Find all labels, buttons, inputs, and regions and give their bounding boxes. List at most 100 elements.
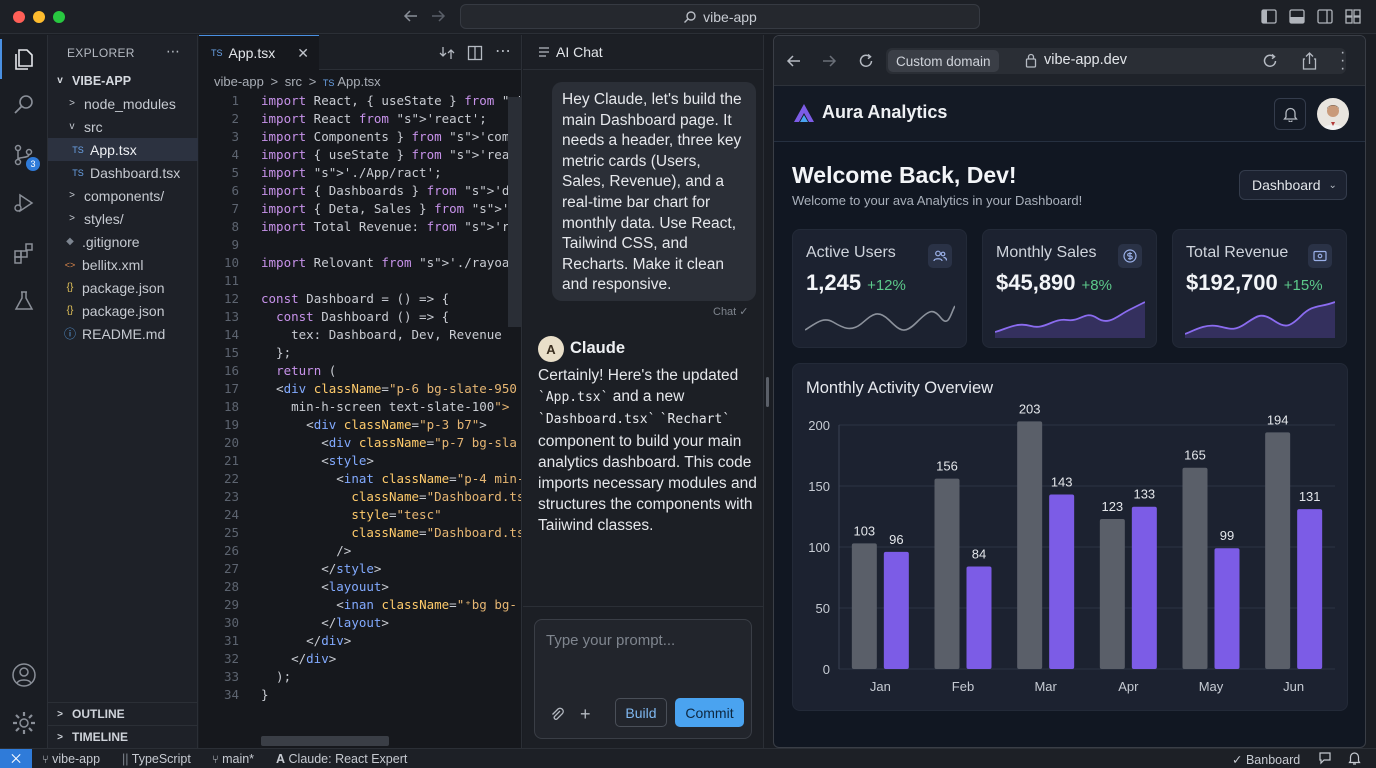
tree-item-styles[interactable]: > styles/ <box>48 207 198 230</box>
code-line[interactable]: 14 tex: Dashboard, Dev, Revenue <box>199 326 521 344</box>
code-line[interactable]: 34} <box>199 686 521 704</box>
breadcrumb-item[interactable]: vibe-app <box>214 74 264 89</box>
toggle-panel-icon[interactable] <box>1289 9 1305 24</box>
code-line[interactable]: 33 ); <box>199 668 521 686</box>
close-tab-icon[interactable]: ✕ <box>297 45 309 62</box>
code-line[interactable]: 19 <div className="p-3 b7"> <box>199 416 521 434</box>
status-dashboard[interactable]: ✓ Banboard <box>1232 752 1300 767</box>
code-line[interactable]: 18 min-h-screen text-slate-100"> <box>199 398 521 416</box>
code-line[interactable]: 17 <div className="p-6 bg-slate-950 <box>199 380 521 398</box>
breadcrumb-item[interactable]: App.tsx <box>337 74 380 89</box>
tree-item-package-json[interactable]: {} package.json <box>48 276 198 299</box>
attach-paperclip-icon[interactable] <box>549 706 565 722</box>
workspace-root[interactable]: v VIBE-APP <box>48 69 198 92</box>
code-line[interactable]: 12 const Dashboard = () => { <box>199 290 521 308</box>
maximize-window-button[interactable] <box>53 11 65 23</box>
metric-card-active-users[interactable]: Active Users 1,245 +12% <box>792 229 967 348</box>
code-line[interactable]: 24 style="tesc" <box>199 506 521 524</box>
reload-icon[interactable] <box>858 53 874 69</box>
timeline-section[interactable]: > TIMELINE <box>48 725 198 748</box>
metric-card-total-revenue[interactable]: Total Revenue $192,700 +15% <box>1172 229 1347 348</box>
tree-item-package-json[interactable]: {} package.json <box>48 299 198 322</box>
code-line[interactable]: 1 import React, { useState } from "s">'re… <box>199 92 521 110</box>
toggle-sidebar-icon[interactable] <box>1261 9 1277 24</box>
prompt-input-box[interactable]: Type your prompt... + Build Commit <box>534 619 752 739</box>
dashboard-select[interactable]: Dashboard ⌄ <box>1239 170 1347 200</box>
code-line[interactable]: 23 className="Dashboard.ts <box>199 488 521 506</box>
code-line[interactable]: 6 import { Dashboards } from "s">'dashboa… <box>199 182 521 200</box>
custom-domain-chip[interactable]: Custom domain <box>888 50 999 72</box>
more-actions-icon[interactable]: ⋯ <box>166 43 180 60</box>
tree-item-dashboard-tsx[interactable]: TS Dashboard.tsx <box>48 161 198 184</box>
code-line[interactable]: 3 import Components } from "s">'component… <box>199 128 521 146</box>
close-window-button[interactable] <box>13 11 25 23</box>
code-line[interactable]: 13 const Dashboard () => { <box>199 308 521 326</box>
horizontal-scrollbar[interactable] <box>261 736 389 746</box>
add-plus-icon[interactable]: + <box>580 704 591 725</box>
notifications-bell-icon[interactable] <box>1274 98 1306 130</box>
code-line[interactable]: 32 </div> <box>199 650 521 668</box>
code-line[interactable]: 22 <inat className="p-4 min- <box>199 470 521 488</box>
tab-app-tsx[interactable]: TS App.tsx ✕ <box>199 35 319 70</box>
explorer-icon[interactable] <box>0 39 48 79</box>
minimap-scroll-thumb[interactable] <box>508 97 521 327</box>
forward-arrow-icon[interactable] <box>430 8 446 24</box>
back-arrow-icon[interactable] <box>403 8 419 24</box>
back-arrow-icon[interactable] <box>786 53 802 69</box>
status-agent[interactable]: A Claude: React Expert <box>276 752 407 766</box>
testing-flask-icon[interactable] <box>0 281 48 321</box>
status-language[interactable]: || TypeScript <box>122 752 191 766</box>
code-line[interactable]: 16 return ( <box>199 362 521 380</box>
page-reload-icon[interactable] <box>1262 53 1278 69</box>
account-icon[interactable] <box>0 655 48 695</box>
user-avatar[interactable] <box>1317 98 1349 130</box>
tree-item-app-tsx[interactable]: TS App.tsx <box>48 138 198 161</box>
breadcrumb-item[interactable]: src <box>285 74 302 89</box>
metric-card-monthly-sales[interactable]: Monthly Sales $45,890 +8% <box>982 229 1157 348</box>
tree-item-node-modules[interactable]: > node_modules <box>48 92 198 115</box>
code-line[interactable]: 2 import React from "s">'react'; <box>199 110 521 128</box>
code-line[interactable]: 28 <layouut> <box>199 578 521 596</box>
search-icon[interactable] <box>0 85 48 125</box>
remote-indicator-icon[interactable]: ⨉ <box>0 749 32 768</box>
toggle-secondary-sidebar-icon[interactable] <box>1317 9 1333 24</box>
code-line[interactable]: 9 <box>199 236 521 254</box>
outline-section[interactable]: > OUTLINE <box>48 702 198 725</box>
source-control-icon[interactable]: 3 <box>0 135 48 175</box>
code-line[interactable]: 5 import "s">'./App/ract'; <box>199 164 521 182</box>
extensions-icon[interactable] <box>0 233 48 273</box>
notifications-bell-icon[interactable] <box>1348 751 1361 765</box>
code-line[interactable]: 20 <div className="p-7 bg-sla <box>199 434 521 452</box>
status-branch[interactable]: ⑂ main* <box>212 752 254 766</box>
code-line[interactable]: 7 import { Deta, Sales } from "s">'dashbo… <box>199 200 521 218</box>
tree-item-src[interactable]: v src <box>48 115 198 138</box>
split-editor-icon[interactable] <box>467 45 483 61</box>
minimize-window-button[interactable] <box>33 11 45 23</box>
prompt-input[interactable]: Type your prompt... <box>546 632 675 649</box>
panel-resize-handle[interactable] <box>766 377 769 407</box>
editor-more-icon[interactable]: ⋯ <box>495 41 511 61</box>
address-bar[interactable]: Custom domain vibe-app.dev <box>886 48 1346 74</box>
code-line[interactable]: 30 </layout> <box>199 614 521 632</box>
tree-item-bellitx-xml[interactable]: <> bellitx.xml <box>48 253 198 276</box>
code-line[interactable]: 29 <inan className="⁺bg bg- <box>199 596 521 614</box>
compare-changes-icon[interactable] <box>439 45 455 61</box>
settings-gear-icon[interactable] <box>0 703 48 743</box>
run-debug-icon[interactable] <box>0 183 48 223</box>
code-line[interactable]: 26 /> <box>199 542 521 560</box>
build-button[interactable]: Build <box>615 698 667 727</box>
share-icon[interactable] <box>1302 52 1317 70</box>
customize-layout-icon[interactable] <box>1345 9 1361 24</box>
tree-item-readme[interactable]: ⓘ README.md <box>48 322 198 345</box>
status-repo[interactable]: ⑂ vibe-app <box>42 752 100 766</box>
browser-menu-icon[interactable]: · · · <box>1340 45 1345 77</box>
forward-arrow-icon[interactable] <box>821 53 837 69</box>
url-text[interactable]: vibe-app.dev <box>1044 52 1127 68</box>
code-line[interactable]: 21 <style> <box>199 452 521 470</box>
code-line[interactable]: 31 </div> <box>199 632 521 650</box>
code-line[interactable]: 11 <box>199 272 521 290</box>
feedback-icon[interactable] <box>1318 751 1332 765</box>
code-line[interactable]: 15 }; <box>199 344 521 362</box>
command-search-bar[interactable]: vibe-app <box>460 4 980 29</box>
code-line[interactable]: 25 className="Dashboard.ts <box>199 524 521 542</box>
